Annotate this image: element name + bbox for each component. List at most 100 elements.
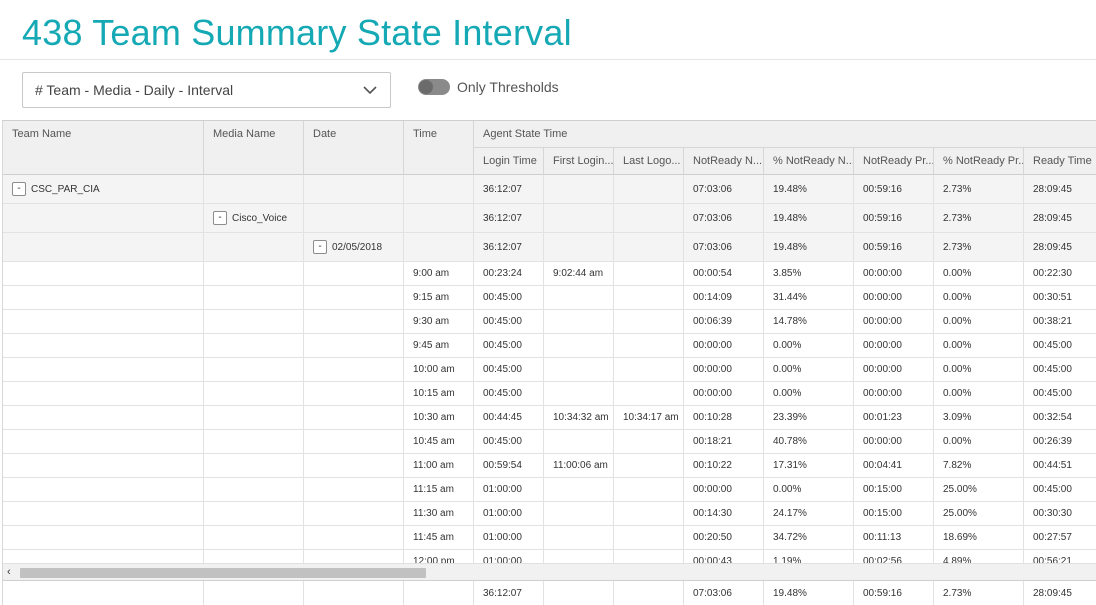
cell-ready-time: 00:30:51: [1024, 286, 1096, 309]
cell-notready-n: 17.31%: [764, 454, 854, 477]
report-view-select-value: # Team - Media - Daily - Interval: [35, 82, 234, 98]
collapse-icon[interactable]: -: [313, 240, 327, 254]
cell-login-time: 36:12:07: [474, 233, 544, 261]
cell-first-login: [544, 358, 614, 381]
cell-time: 9:45 am: [404, 334, 474, 357]
cell-date: [304, 204, 404, 232]
cell-notready-n: 19.48%: [764, 175, 854, 203]
totals-cell-notready-pr: 00:59:16: [854, 581, 934, 605]
cell-team-name: [3, 262, 204, 285]
cell-ready-time: 00:45:00: [1024, 478, 1096, 501]
column-header-first-login[interactable]: First Login...: [544, 148, 614, 175]
cell-first-login: [544, 310, 614, 333]
cell-time: 10:15 am: [404, 382, 474, 405]
group-row: -02/05/2018 36:12:07 07:03:06 19.48% 00:59:1…: [3, 233, 1096, 262]
cell-notready-n: 00:10:22: [684, 454, 764, 477]
cell-date: [304, 262, 404, 285]
column-header-time[interactable]: Time: [404, 121, 474, 175]
totals-cell-notready-n: 19.48%: [764, 581, 854, 605]
cell-notready-pr: 25.00%: [934, 478, 1024, 501]
column-header-notready-pr[interactable]: % NotReady Pr...: [934, 148, 1024, 175]
cell-ready-time: 00:32:54: [1024, 406, 1096, 429]
totals-cell-login-time: 36:12:07: [474, 581, 544, 605]
cell-ready-time: 00:44:51: [1024, 454, 1096, 477]
column-group-header: Agent State Time: [474, 121, 1096, 148]
cell-media-name: - Cisco_Voice: [204, 204, 304, 232]
scroll-left-arrow-icon[interactable]: ‹: [7, 566, 11, 578]
column-header-team-name[interactable]: Team Name: [3, 121, 204, 175]
cell-media-name: [204, 334, 304, 357]
cell-team-name: [3, 502, 204, 525]
report-view-select[interactable]: # Team - Media - Daily - Interval: [22, 72, 391, 108]
grid-header: Team Name Media Name Date Time Agent State T…: [3, 121, 1096, 175]
column-header-date[interactable]: Date: [304, 121, 404, 175]
cell-date: [304, 454, 404, 477]
column-header-notready-pr[interactable]: NotReady Pr...: [854, 148, 934, 175]
cell-notready-pr: 00:00:00: [854, 430, 934, 453]
cell-team-name: [3, 454, 204, 477]
cell-notready-pr: 0.00%: [934, 310, 1024, 333]
cell-time: 9:00 am: [404, 262, 474, 285]
cell-notready-n: 24.17%: [764, 502, 854, 525]
cell-date: [304, 358, 404, 381]
cell-time: [404, 204, 474, 232]
table-row: 9:45 am 00:45:00 00:00:00 0.00% 00:00:00 0.00…: [3, 334, 1096, 358]
cell-media-name: [204, 478, 304, 501]
cell-notready-n: 00:14:30: [684, 502, 764, 525]
scrollbar-thumb[interactable]: [20, 568, 426, 578]
column-header-last-logo[interactable]: Last Logo...: [614, 148, 684, 175]
table-row: 11:45 am 01:00:00 00:20:50 34.72% 00:11:13 18…: [3, 526, 1096, 550]
cell-last-logo: [614, 204, 684, 232]
cell-notready-pr: 00:00:00: [854, 262, 934, 285]
cell-team-name: [3, 233, 204, 261]
cell-notready-n: 00:00:00: [684, 334, 764, 357]
cell-last-logo: [614, 286, 684, 309]
column-header-login-time[interactable]: Login Time: [474, 148, 544, 175]
cell-first-login: [544, 382, 614, 405]
cell-last-logo: 10:34:17 am: [614, 406, 684, 429]
cell-notready-pr: 25.00%: [934, 502, 1024, 525]
cell-last-logo: [614, 175, 684, 203]
cell-first-login: 9:02:44 am: [544, 262, 614, 285]
cell-time: [404, 233, 474, 261]
cell-first-login: 11:00:06 am: [544, 454, 614, 477]
totals-cell-time: [404, 581, 474, 605]
column-header-notready-n[interactable]: NotReady N...: [684, 148, 764, 175]
cell-ready-time: 28:09:45: [1024, 175, 1096, 203]
cell-notready-n: 00:06:39: [684, 310, 764, 333]
collapse-icon[interactable]: -: [12, 182, 26, 196]
cell-notready-n: 19.48%: [764, 204, 854, 232]
cell-time: 10:30 am: [404, 406, 474, 429]
title-divider: [0, 59, 1096, 60]
cell-login-time: 00:45:00: [474, 310, 544, 333]
horizontal-scrollbar[interactable]: ‹: [3, 563, 1096, 580]
cell-first-login: [544, 430, 614, 453]
cell-first-login: [544, 334, 614, 357]
cell-notready-n: 00:00:00: [684, 478, 764, 501]
column-header-ready-time[interactable]: Ready Time: [1024, 148, 1096, 175]
column-header-notready-n[interactable]: % NotReady N...: [764, 148, 854, 175]
only-thresholds-toggle[interactable]: [418, 79, 450, 95]
only-thresholds-label: Only Thresholds: [457, 79, 559, 95]
cell-time: 9:15 am: [404, 286, 474, 309]
cell-notready-pr: 0.00%: [934, 358, 1024, 381]
cell-login-time: 00:44:45: [474, 406, 544, 429]
cell-media-name: [204, 382, 304, 405]
cell-login-time: 00:23:24: [474, 262, 544, 285]
cell-last-logo: [614, 430, 684, 453]
cell-notready-n: 0.00%: [764, 382, 854, 405]
cell-notready-pr: 00:00:00: [854, 310, 934, 333]
cell-time: 9:30 am: [404, 310, 474, 333]
cell-notready-pr: 0.00%: [934, 382, 1024, 405]
collapse-icon[interactable]: -: [213, 211, 227, 225]
cell-media-name: [204, 262, 304, 285]
column-header-media-name[interactable]: Media Name: [204, 121, 304, 175]
cell-first-login: [544, 478, 614, 501]
cell-ready-time: 00:45:00: [1024, 382, 1096, 405]
cell-date: [304, 310, 404, 333]
cell-notready-pr: 2.73%: [934, 233, 1024, 261]
cell-notready-pr: 00:00:00: [854, 334, 934, 357]
cell-team-name: [3, 526, 204, 549]
group-label: CSC_PAR_CIA: [31, 183, 100, 195]
cell-date: [304, 382, 404, 405]
